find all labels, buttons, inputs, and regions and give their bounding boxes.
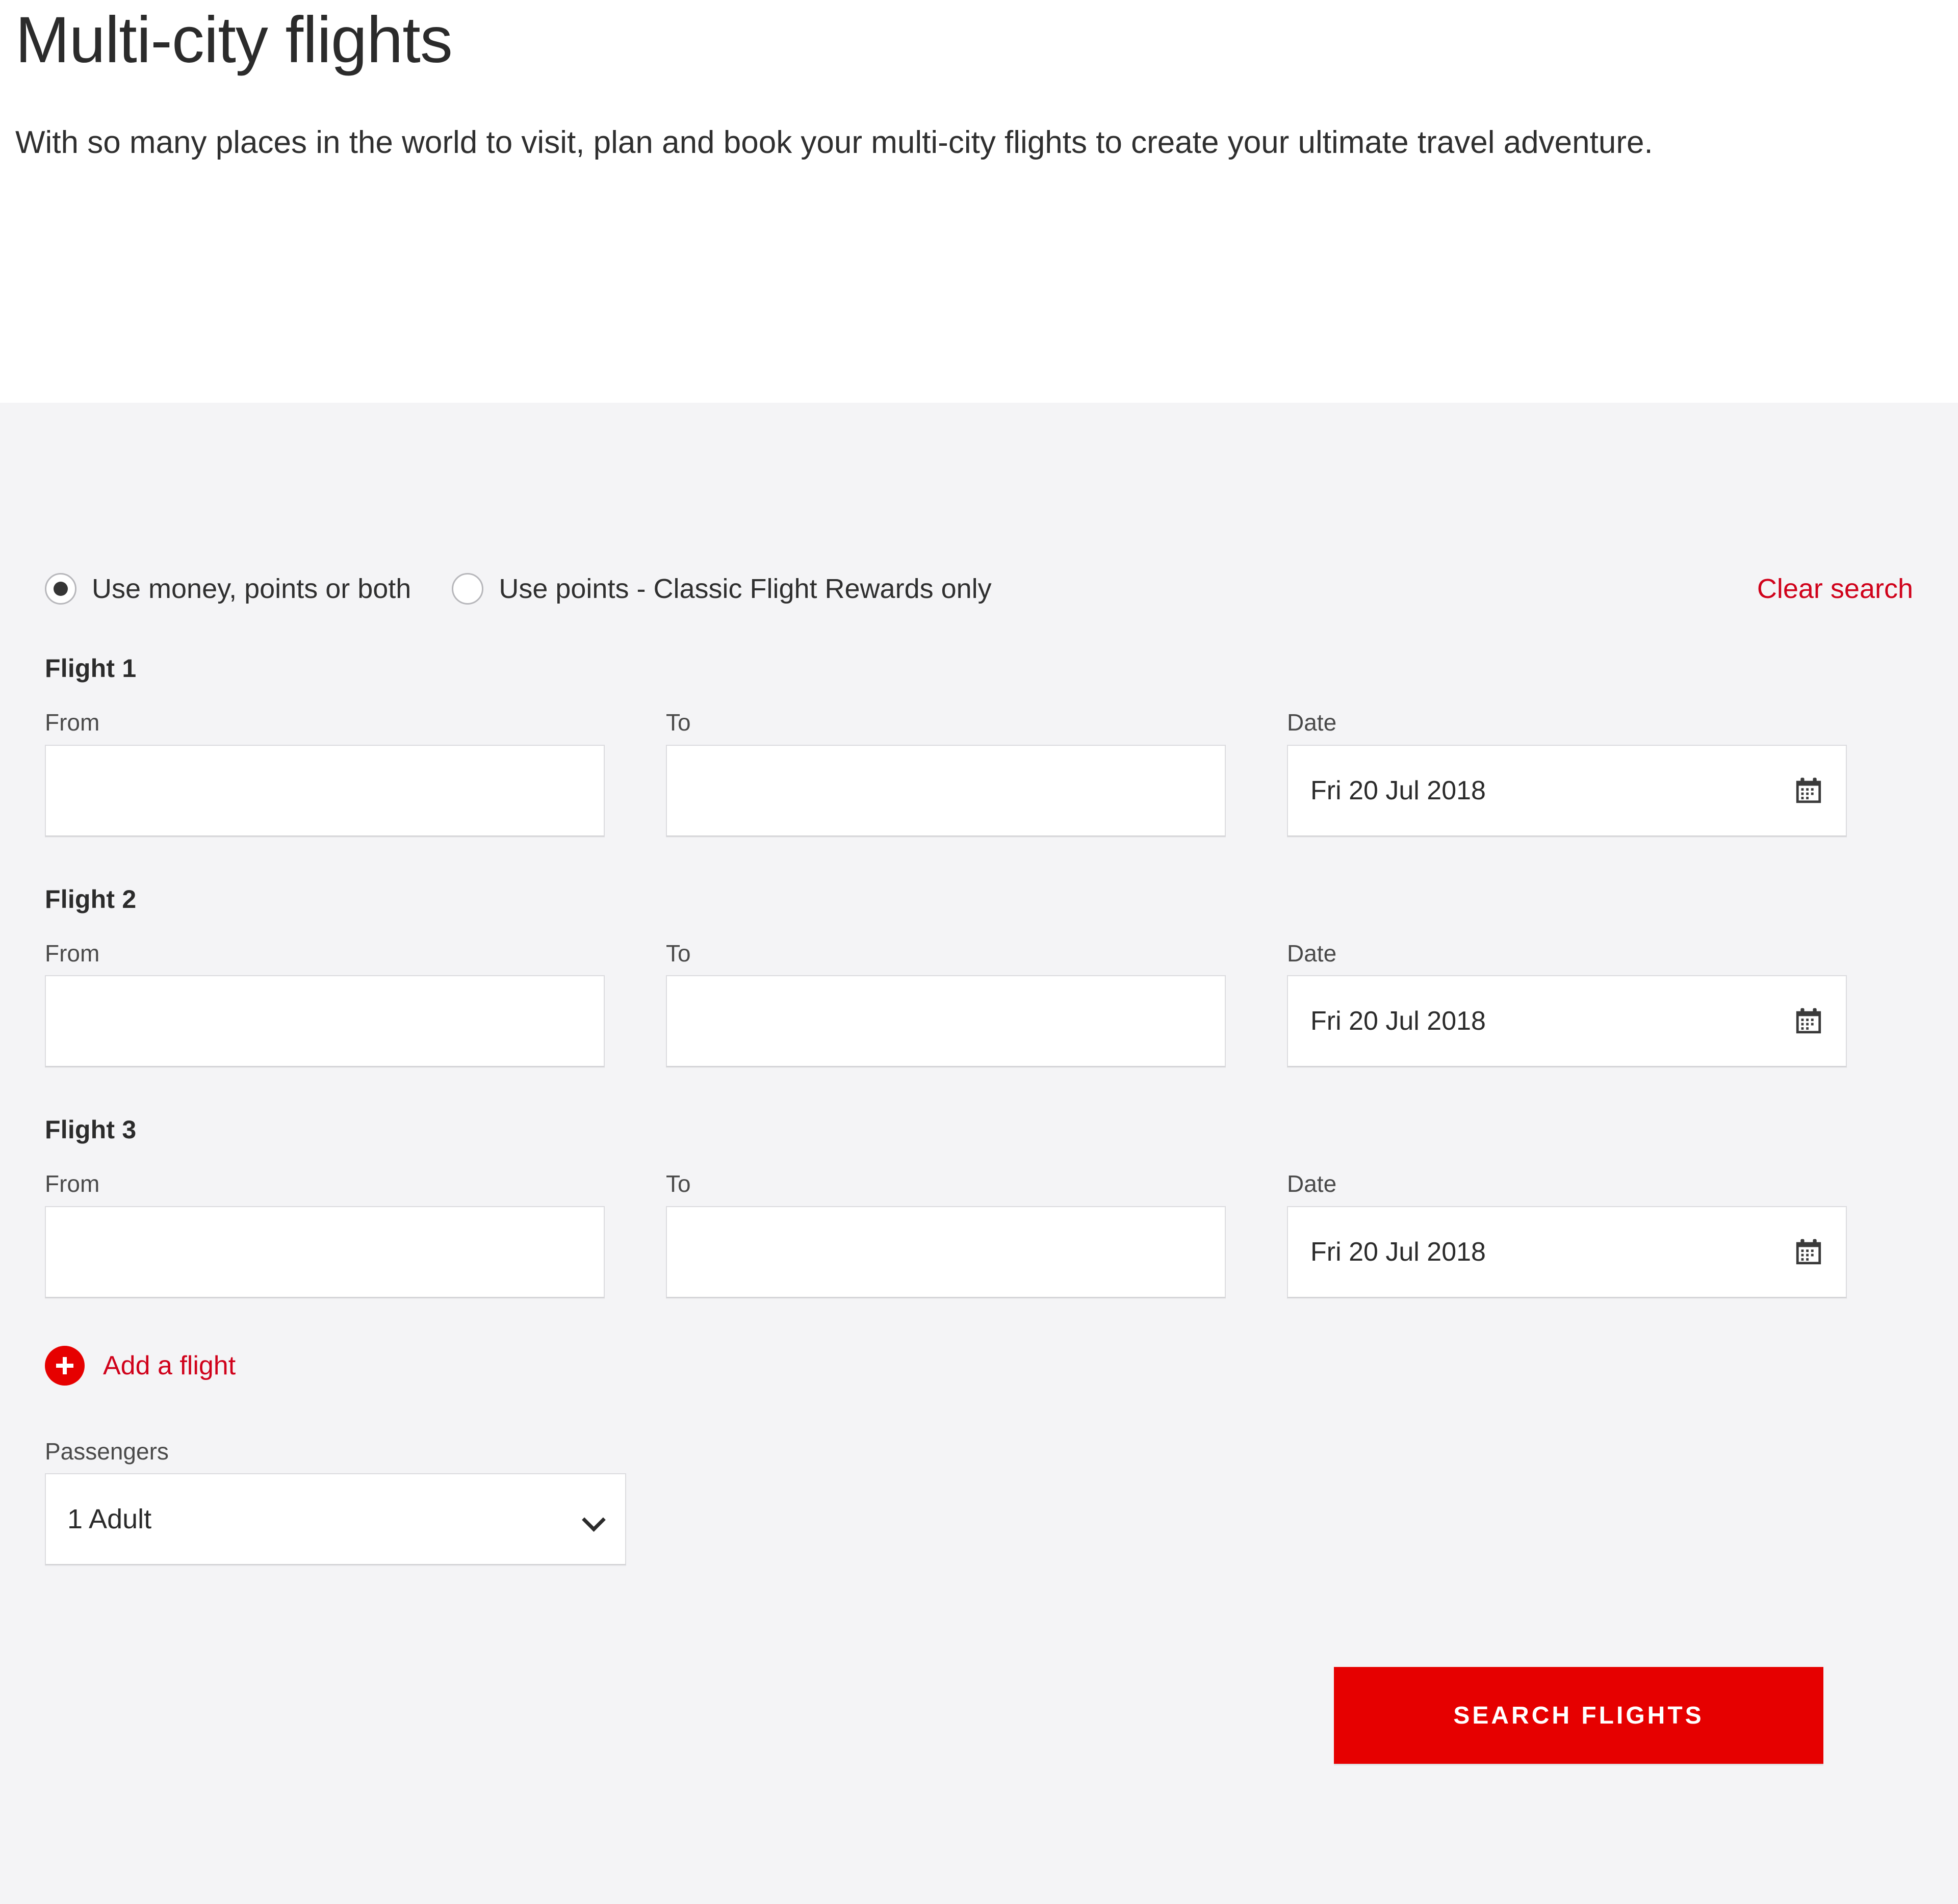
flight-fields-row: From To Date Fri 20 Jul 2018 (45, 1171, 1913, 1298)
to-field-group: To (666, 940, 1226, 1067)
from-field-group: From (45, 940, 605, 1067)
from-label: From (45, 709, 100, 736)
page-intro-section: Multi-city flights With so many places i… (0, 0, 1958, 403)
add-flight-button[interactable]: Add a flight (45, 1345, 236, 1386)
flight-group-3: Flight 3 From To Date Fri 20 Jul 2018 (45, 1115, 1913, 1298)
from-input[interactable] (45, 975, 605, 1067)
to-input[interactable] (666, 975, 1226, 1067)
page-title: Multi-city flights (15, 4, 453, 76)
flight-heading: Flight 3 (45, 1115, 137, 1144)
plus-icon[interactable] (45, 1345, 85, 1386)
from-label: From (45, 940, 100, 967)
to-label: To (666, 940, 691, 967)
flight-fields-row: From To Date Fri 20 Jul 2018 (45, 710, 1913, 837)
date-label: Date (1287, 1170, 1337, 1197)
radio-option-points-only[interactable]: Use points - Classic Flight Rewards only (452, 573, 992, 605)
from-label: From (45, 1170, 100, 1197)
to-label: To (666, 1170, 691, 1197)
flight-search-panel: Use money, points or both Use points - C… (0, 403, 1958, 1904)
to-label: To (666, 709, 691, 736)
passengers-value: 1 Adult (67, 1504, 152, 1535)
passengers-label: Passengers (45, 1438, 169, 1465)
flight-heading: Flight 1 (45, 654, 137, 683)
radio-indicator[interactable] (452, 573, 484, 605)
clear-search-link[interactable]: Clear search (1757, 573, 1913, 605)
date-field-group: Date Fri 20 Jul 2018 (1287, 1171, 1847, 1298)
to-field-group: To (666, 1171, 1226, 1298)
search-flights-button[interactable]: Search flights (1334, 1667, 1823, 1764)
to-field-group: To (666, 710, 1226, 837)
passengers-field-group: Passengers 1 Adult (45, 1439, 626, 1566)
flight-heading: Flight 2 (45, 884, 137, 914)
from-input[interactable] (45, 744, 605, 837)
date-value: Fri 20 Jul 2018 (1310, 1237, 1486, 1267)
to-input[interactable] (666, 1206, 1226, 1298)
radio-label-points-only: Use points - Classic Flight Rewards only (499, 573, 992, 604)
calendar-icon[interactable] (1794, 1237, 1823, 1267)
calendar-icon[interactable] (1794, 776, 1823, 805)
from-field-group: From (45, 710, 605, 837)
add-flight-label: Add a flight (103, 1350, 236, 1380)
passengers-select[interactable]: 1 Adult (45, 1473, 626, 1566)
date-value: Fri 20 Jul 2018 (1310, 1006, 1486, 1036)
date-label: Date (1287, 709, 1337, 736)
date-input[interactable]: Fri 20 Jul 2018 (1287, 975, 1847, 1067)
chevron-down-icon[interactable] (582, 1508, 604, 1530)
radio-indicator[interactable] (45, 573, 76, 605)
date-label: Date (1287, 940, 1337, 967)
radio-label-money-points-both: Use money, points or both (92, 573, 411, 604)
date-input[interactable]: Fri 20 Jul 2018 (1287, 1206, 1847, 1298)
flight-fields-row: From To Date Fri 20 Jul 2018 (45, 940, 1913, 1067)
flight-group-1: Flight 1 From To Date Fri 20 Jul 2018 (45, 654, 1913, 837)
radio-option-money-points-both[interactable]: Use money, points or both (45, 573, 411, 605)
date-value: Fri 20 Jul 2018 (1310, 775, 1486, 805)
submit-row: Search flights (45, 1565, 1913, 1764)
date-input[interactable]: Fri 20 Jul 2018 (1287, 744, 1847, 837)
date-field-group: Date Fri 20 Jul 2018 (1287, 710, 1847, 837)
multi-city-flights-page: Multi-city flights With so many places i… (0, 0, 1958, 1904)
from-field-group: From (45, 1171, 605, 1298)
to-input[interactable] (666, 744, 1226, 837)
fare-type-row: Use money, points or both Use points - C… (45, 571, 1913, 607)
page-subtitle: With so many places in the world to visi… (15, 125, 1653, 161)
date-field-group: Date Fri 20 Jul 2018 (1287, 940, 1847, 1067)
calendar-icon[interactable] (1794, 1006, 1823, 1036)
from-input[interactable] (45, 1206, 605, 1298)
flight-group-2: Flight 2 From To Date Fri 20 Jul 2018 (45, 884, 1913, 1067)
